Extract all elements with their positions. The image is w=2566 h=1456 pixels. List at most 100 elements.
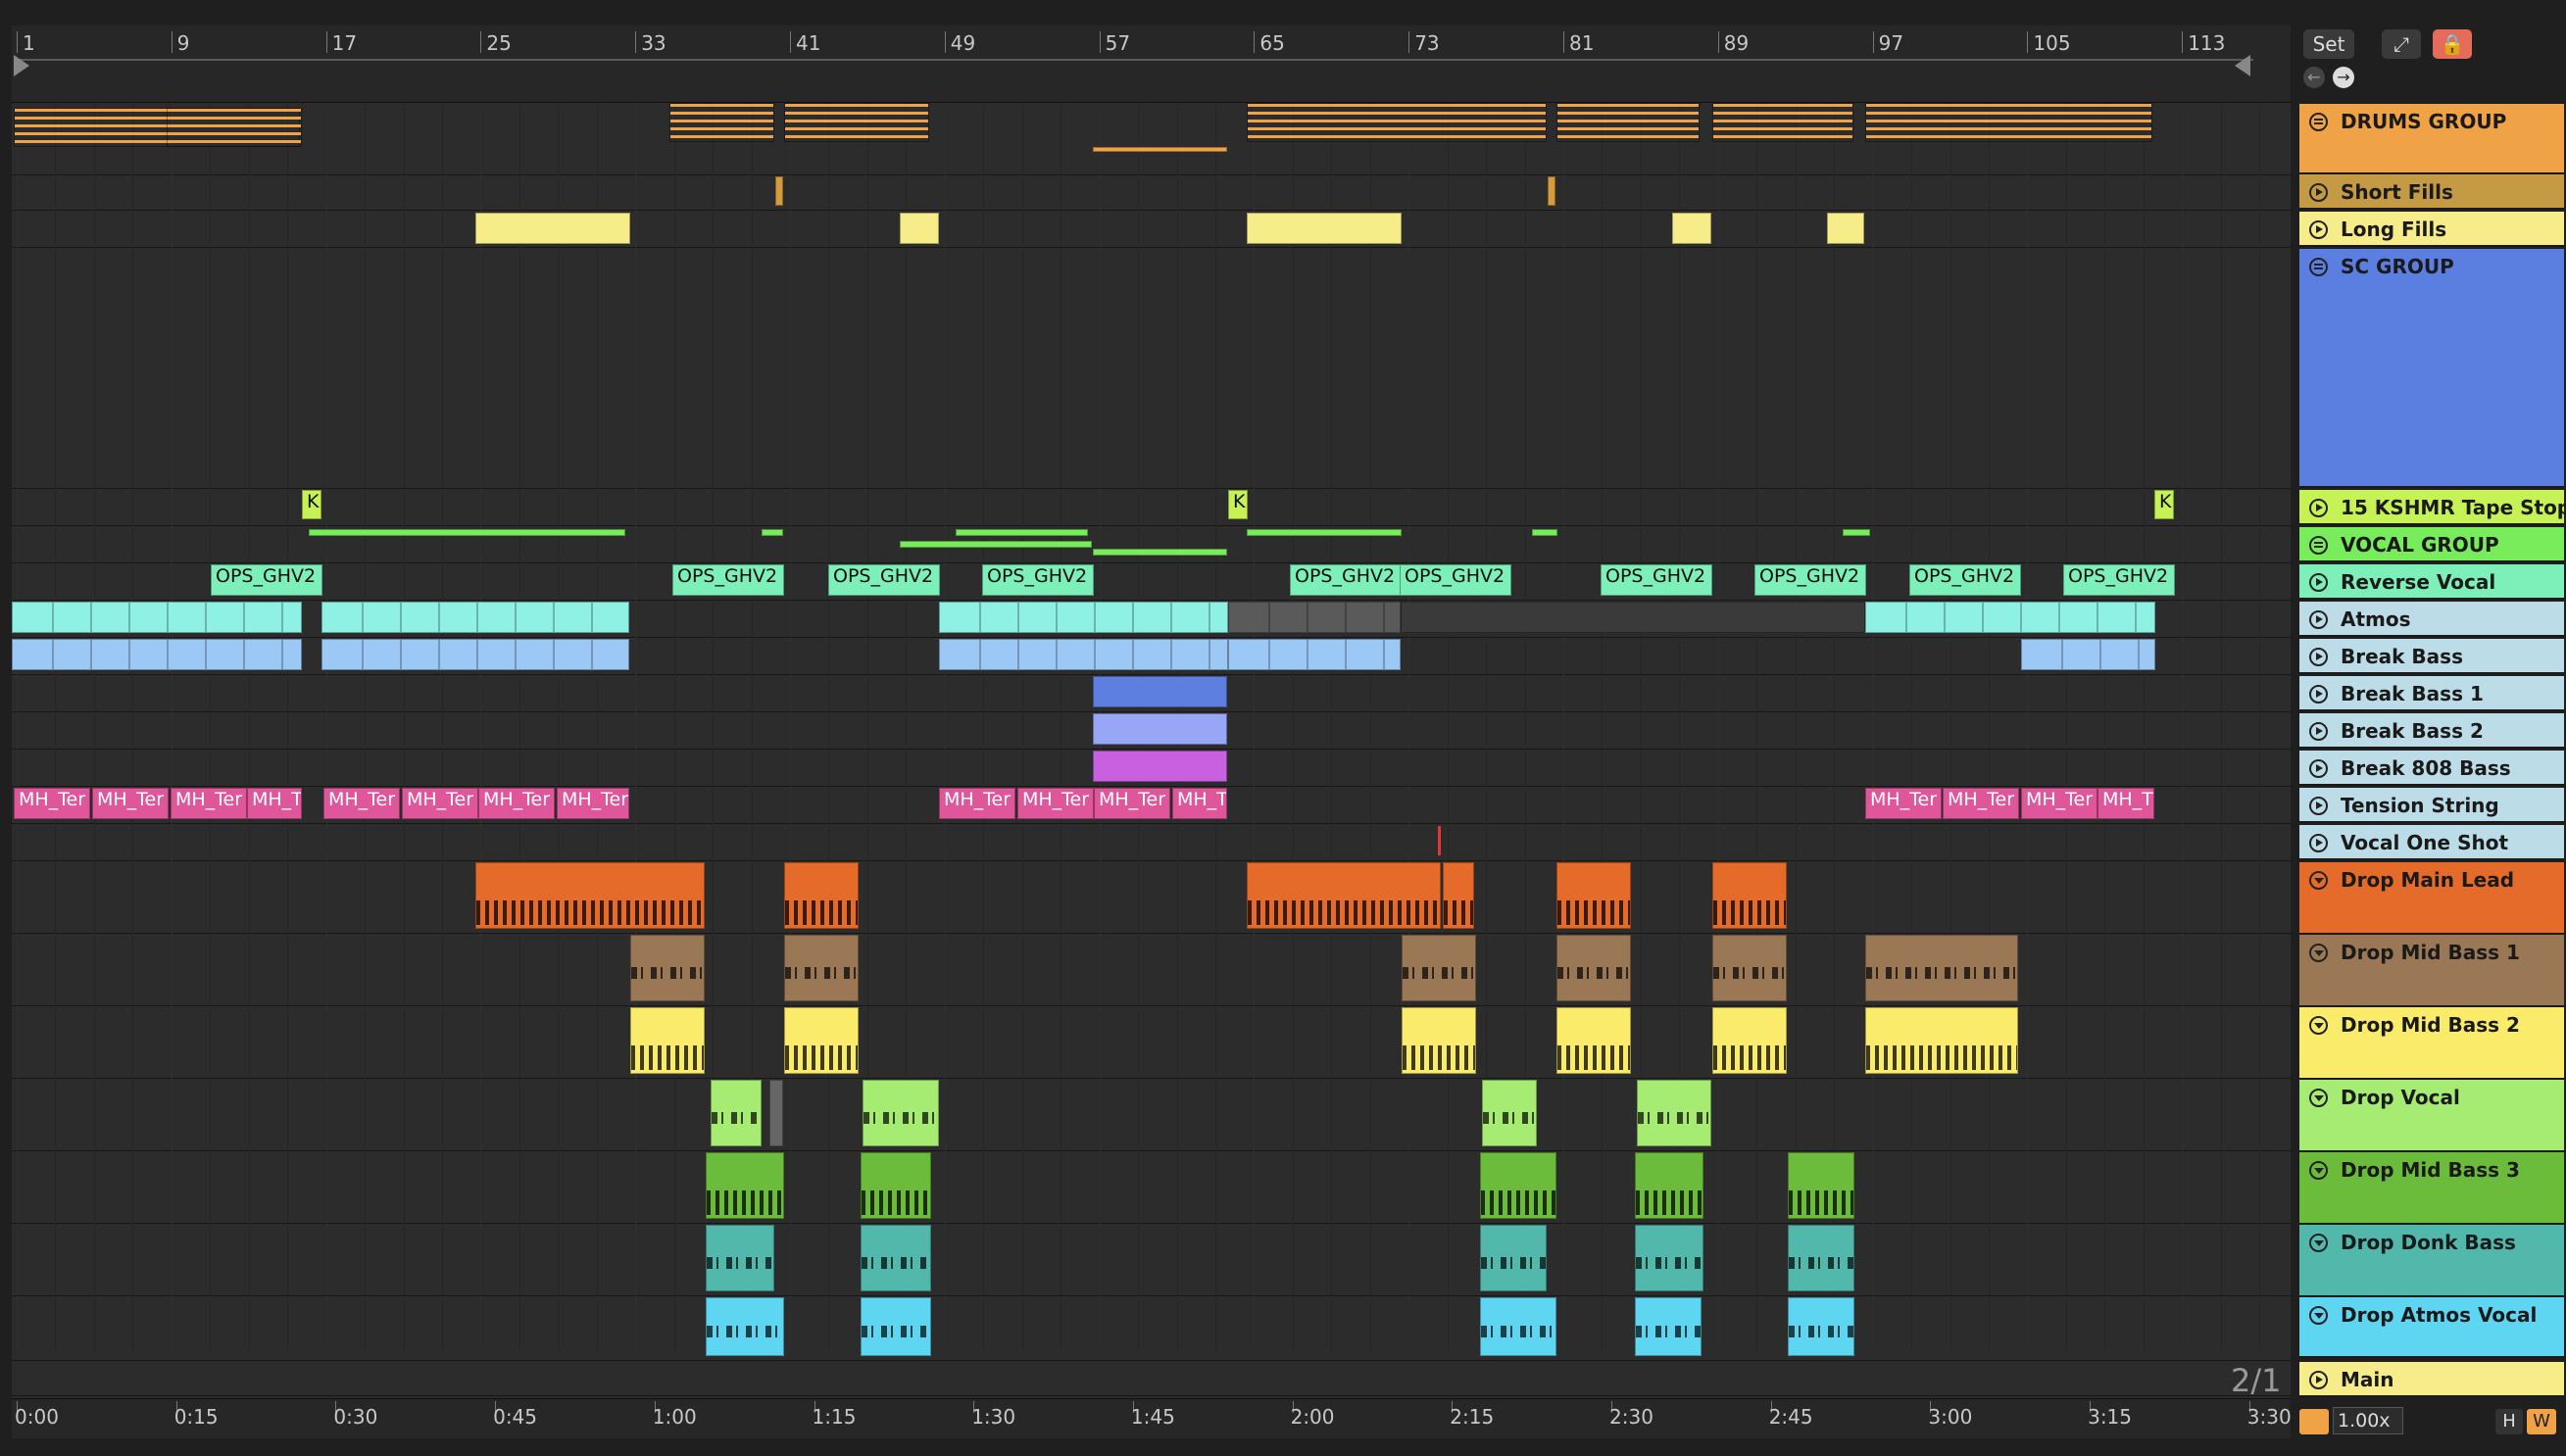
drop-mid-bass3-clip[interactable] <box>706 1152 784 1219</box>
tension-string-clip[interactable]: MH_Ter <box>1865 788 1942 819</box>
drop-atmos-vocal-clip[interactable] <box>1480 1297 1556 1356</box>
track-header-drop-atmos-vocal[interactable]: Drop Atmos Vocal <box>2299 1297 2564 1358</box>
drums-clip[interactable] <box>1247 103 1547 142</box>
h-toggle[interactable]: H <box>2495 1409 2523 1434</box>
track-lane[interactable] <box>12 210 2291 248</box>
vocal-line-clip[interactable] <box>1843 529 1870 536</box>
play-icon[interactable] <box>2309 499 2328 517</box>
break-bass-clip[interactable] <box>1228 639 1401 670</box>
vocal-line-clip[interactable] <box>1532 529 1557 536</box>
long-fills-clip[interactable] <box>900 213 939 244</box>
break-bass-clip[interactable] <box>321 639 629 670</box>
reverse-vocal-clip[interactable]: OPS_GHV2 <box>1400 564 1511 596</box>
drop-donk-bass-clip[interactable] <box>706 1225 774 1291</box>
break-bass2-clip[interactable] <box>1093 713 1227 745</box>
expand-button[interactable]: ⤢ <box>2382 29 2421 59</box>
reverse-vocal-clip[interactable]: OPS_GHV2 <box>828 564 940 596</box>
tension-string-clip[interactable]: MH_Ter <box>1094 788 1170 819</box>
reverse-vocal-clip[interactable]: OPS_GHV2 <box>211 564 322 596</box>
drop-donk-bass-clip[interactable] <box>1635 1225 1703 1291</box>
loop-brace[interactable] <box>14 59 2253 61</box>
fold-icon[interactable] <box>2309 1016 2328 1035</box>
track-header-drop-donk-bass[interactable]: Drop Donk Bass <box>2299 1225 2564 1297</box>
drop-mid-bass2-clip[interactable] <box>784 1007 859 1074</box>
track-lane[interactable] <box>12 823 2291 861</box>
track-lane[interactable] <box>12 1360 2291 1396</box>
reverse-vocal-clip[interactable]: OPS_GHV2 <box>982 564 1094 596</box>
drop-mid-bass1-clip[interactable] <box>1712 935 1787 1001</box>
track-header-main[interactable]: Main <box>2299 1362 2564 1397</box>
drop-main-lead-clip[interactable] <box>1443 862 1474 929</box>
track-lane[interactable] <box>12 860 2291 934</box>
drop-vocal-clip[interactable] <box>769 1080 783 1146</box>
fold-icon[interactable] <box>2309 1306 2328 1325</box>
w-toggle[interactable]: W <box>2527 1409 2556 1434</box>
atmos-clip[interactable] <box>12 602 302 633</box>
drums-clip[interactable] <box>1865 103 2152 142</box>
play-icon[interactable] <box>2309 648 2328 666</box>
reverse-vocal-clip[interactable]: OPS_GHV2 <box>2063 564 2175 596</box>
track-header-drop-mid-bass-1[interactable]: Drop Mid Bass 1 <box>2299 935 2564 1007</box>
tension-string-clip[interactable]: MH_Ter <box>939 788 1015 819</box>
track-header-15-kshmr-tape-stop[interactable]: 15 KSHMR Tape Stop <box>2299 490 2566 525</box>
atmos-clip[interactable] <box>1865 602 2155 633</box>
track-header-tension-string[interactable]: Tension String <box>2299 788 2564 823</box>
fold-icon[interactable] <box>2309 1234 2328 1252</box>
track-header-drop-mid-bass-2[interactable]: Drop Mid Bass 2 <box>2299 1007 2564 1080</box>
lock-button[interactable]: 🔒 <box>2433 29 2472 59</box>
drop-donk-bass-clip[interactable] <box>1788 1225 1854 1291</box>
drop-vocal-clip[interactable] <box>863 1080 939 1146</box>
arrow-right-icon[interactable]: → <box>2333 67 2354 88</box>
tension-string-clip[interactable]: MH_Ter <box>92 788 169 819</box>
kshmr-clip[interactable]: K <box>2154 490 2174 519</box>
drop-mid-bass1-clip[interactable] <box>784 935 859 1001</box>
fold-icon[interactable] <box>2309 1161 2328 1180</box>
play-icon[interactable] <box>2309 797 2328 815</box>
drop-mid-bass1-clip[interactable] <box>1865 935 2018 1001</box>
play-icon[interactable] <box>2309 834 2328 852</box>
long-fills-clip[interactable] <box>1247 213 1402 244</box>
drums-clip[interactable] <box>167 108 302 147</box>
track-header-drums-group[interactable]: DRUMS GROUP <box>2299 104 2564 174</box>
track-header-vocal-group[interactable]: VOCAL GROUP <box>2299 527 2564 562</box>
track-lane[interactable] <box>12 1150 2291 1224</box>
tension-string-clip[interactable]: MH_Ter <box>1943 788 2019 819</box>
track-header-break-808-bass[interactable]: Break 808 Bass <box>2299 751 2564 786</box>
break-bass-clip[interactable] <box>12 639 302 670</box>
tension-string-clip[interactable]: MH_Ter <box>323 788 400 819</box>
reverse-vocal-clip[interactable]: OPS_GHV2 <box>1290 564 1402 596</box>
arrow-left-icon[interactable]: ← <box>2303 67 2325 88</box>
group-icon[interactable] <box>2309 113 2328 131</box>
break-bass-clip[interactable] <box>2021 639 2155 670</box>
group-icon[interactable] <box>2309 536 2328 555</box>
drums-clip[interactable] <box>669 103 774 142</box>
play-icon[interactable] <box>2309 220 2328 239</box>
reverse-vocal-clip[interactable]: OPS_GHV2 <box>1754 564 1866 596</box>
track-header-drop-main-lead[interactable]: Drop Main Lead <box>2299 862 2564 935</box>
fold-icon[interactable] <box>2309 944 2328 962</box>
tension-string-clip[interactable]: MH_Ter <box>478 788 555 819</box>
drop-atmos-vocal-clip[interactable] <box>706 1297 784 1356</box>
atmos-clip[interactable] <box>939 602 1228 633</box>
atmos-clip[interactable] <box>1228 602 1401 633</box>
track-lane[interactable] <box>12 1223 2291 1296</box>
vocal-line-clip[interactable] <box>1247 529 1402 536</box>
break808-clip[interactable] <box>1093 751 1227 782</box>
reverse-vocal-clip[interactable]: OPS_GHV2 <box>1601 564 1712 596</box>
kshmr-clip[interactable]: K <box>1228 490 1248 519</box>
drop-mid-bass2-clip[interactable] <box>1865 1007 2018 1074</box>
drop-mid-bass2-clip[interactable] <box>1402 1007 1476 1074</box>
drop-vocal-clip[interactable] <box>1482 1080 1537 1146</box>
track-header-short-fills[interactable]: Short Fills <box>2299 174 2564 210</box>
track-lane[interactable] <box>12 1078 2291 1151</box>
long-fills-clip[interactable] <box>475 213 630 244</box>
track-header-atmos[interactable]: Atmos <box>2299 602 2564 637</box>
atmos-clip[interactable] <box>1401 602 1865 633</box>
track-header-vocal-one-shot[interactable]: Vocal One Shot <box>2299 825 2564 860</box>
waveform-icon[interactable] <box>2299 1409 2329 1434</box>
track-header-break-bass[interactable]: Break Bass <box>2299 639 2564 674</box>
drop-atmos-vocal-clip[interactable] <box>861 1297 931 1356</box>
play-icon[interactable] <box>2309 685 2328 704</box>
drop-main-lead-clip[interactable] <box>475 862 705 929</box>
drums-clip[interactable] <box>1093 147 1227 152</box>
